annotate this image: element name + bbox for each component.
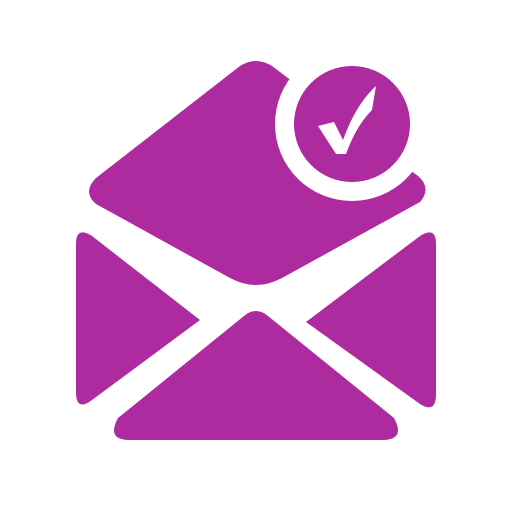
mail-read-icon	[76, 61, 436, 440]
icon-canvas	[0, 0, 512, 512]
